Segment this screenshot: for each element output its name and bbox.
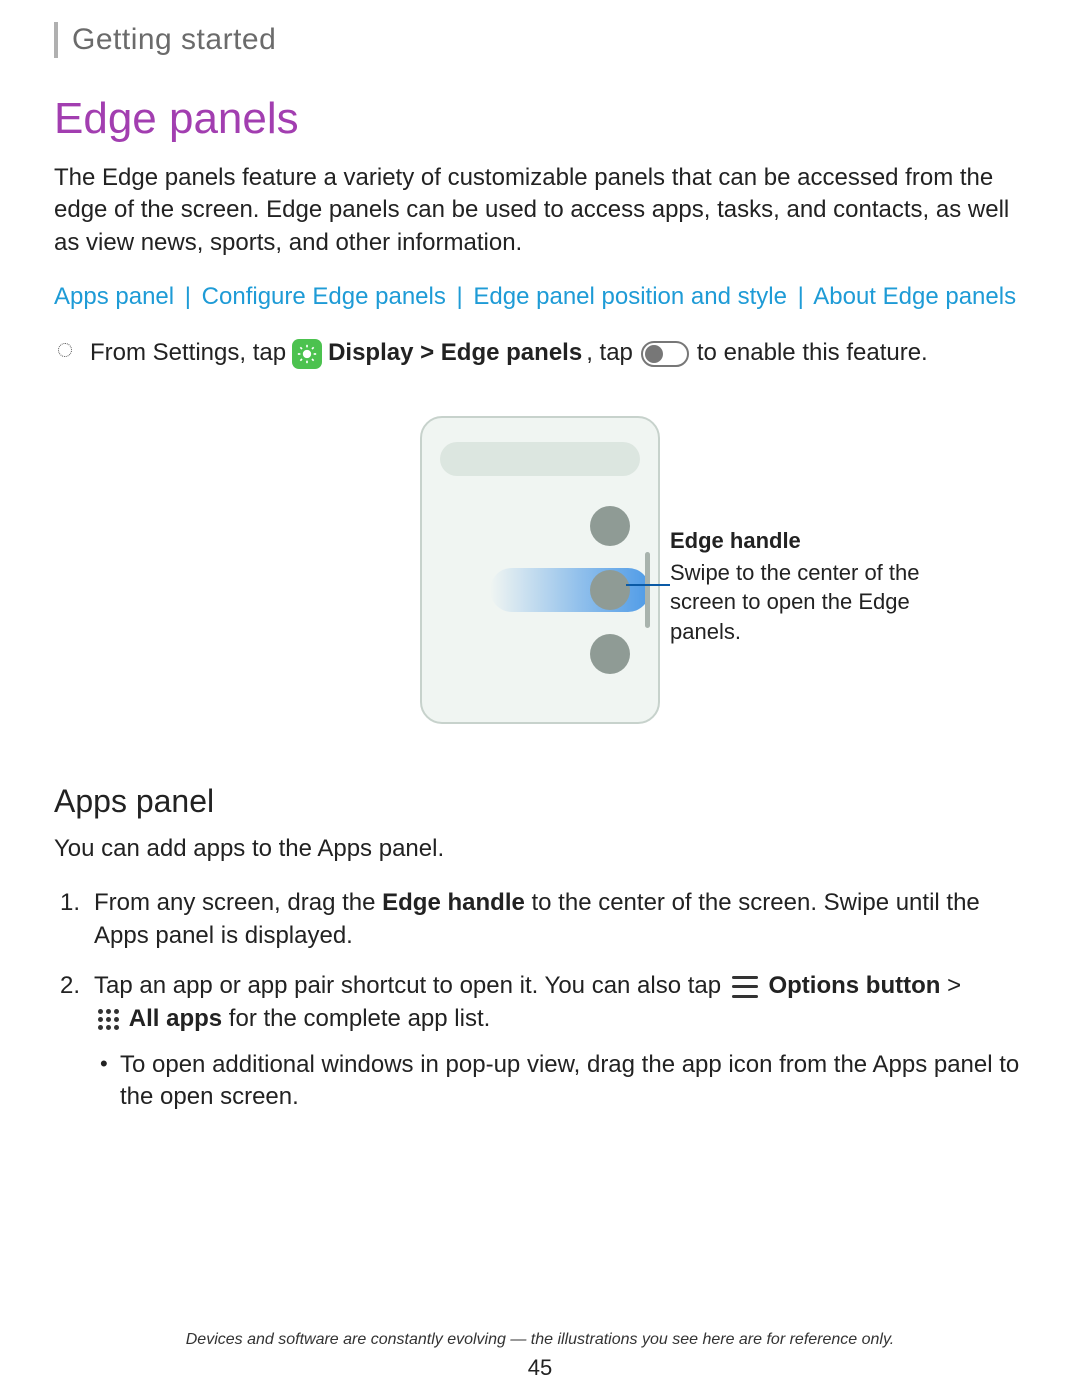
step-2: Tap an app or app pair shortcut to open …: [94, 970, 1026, 1114]
step2-gt: >: [940, 972, 961, 999]
callout-body: Swipe to the center of the screen to ope…: [670, 558, 920, 647]
link-apps-panel[interactable]: Apps panel: [54, 283, 174, 310]
enable-instruction: From Settings, tap Display > Edge panels…: [54, 337, 1026, 369]
instr-display-path: Display > Edge panels: [328, 337, 582, 369]
sub-list: To open additional windows in pop-up vie…: [94, 1049, 1026, 1114]
edge-handle-bar: [645, 552, 650, 628]
options-button-icon: [732, 976, 758, 998]
steps-list: From any screen, drag the Edge handle to…: [54, 887, 1026, 1113]
link-edge-panel-position[interactable]: Edge panel position and style: [473, 283, 787, 310]
sub-item-1: To open additional windows in pop-up vie…: [120, 1049, 1026, 1114]
breadcrumb-text: Getting started: [72, 20, 276, 61]
link-separator: |: [457, 283, 463, 310]
section-heading-apps-panel: Apps panel: [54, 780, 1026, 823]
display-settings-icon: [292, 339, 322, 369]
bullet-icon: [58, 343, 72, 357]
step-1: From any screen, drag the Edge handle to…: [94, 887, 1026, 952]
breadcrumb-accent-bar: [54, 22, 58, 58]
link-configure-edge-panels[interactable]: Configure Edge panels: [202, 283, 446, 310]
step1-edge-handle: Edge handle: [382, 889, 525, 916]
all-apps-icon: [98, 1009, 119, 1030]
edge-handle-illustration: Edge handle Swipe to the center of the s…: [54, 410, 1026, 730]
step2-allapps-label: All apps: [123, 1005, 222, 1032]
toggle-switch-icon: [641, 341, 689, 367]
callout: Edge handle Swipe to the center of the s…: [670, 526, 920, 647]
instr-text-1: From Settings, tap: [90, 337, 286, 369]
app-dot: [590, 570, 630, 610]
page-number: 45: [0, 1353, 1080, 1383]
breadcrumb: Getting started: [54, 20, 1026, 61]
instr-text-2: , tap: [586, 337, 633, 369]
apps-panel-intro: You can add apps to the Apps panel.: [54, 833, 1026, 865]
step2-options-label: Options button: [762, 972, 941, 999]
step2-text-a: Tap an app or app pair shortcut to open …: [94, 972, 721, 999]
app-dot: [590, 506, 630, 546]
page-title: Edge panels: [54, 89, 1026, 148]
instr-text-3: to enable this feature.: [697, 337, 928, 369]
intro-paragraph: The Edge panels feature a variety of cus…: [54, 162, 1026, 259]
app-dot: [590, 634, 630, 674]
link-about-edge-panels[interactable]: About Edge panels: [813, 283, 1016, 310]
callout-title: Edge handle: [670, 526, 920, 556]
link-separator: |: [798, 283, 804, 310]
link-separator: |: [185, 283, 191, 310]
section-links: Apps panel | Configure Edge panels | Edg…: [54, 281, 1026, 313]
device-mockup: [420, 416, 660, 724]
step2-text-b: for the complete app list.: [222, 1005, 490, 1032]
footer-disclaimer: Devices and software are constantly evol…: [0, 1329, 1080, 1351]
step1-text-a: From any screen, drag the: [94, 889, 382, 916]
callout-leader-line: [626, 584, 670, 586]
search-bar-placeholder: [440, 442, 640, 476]
